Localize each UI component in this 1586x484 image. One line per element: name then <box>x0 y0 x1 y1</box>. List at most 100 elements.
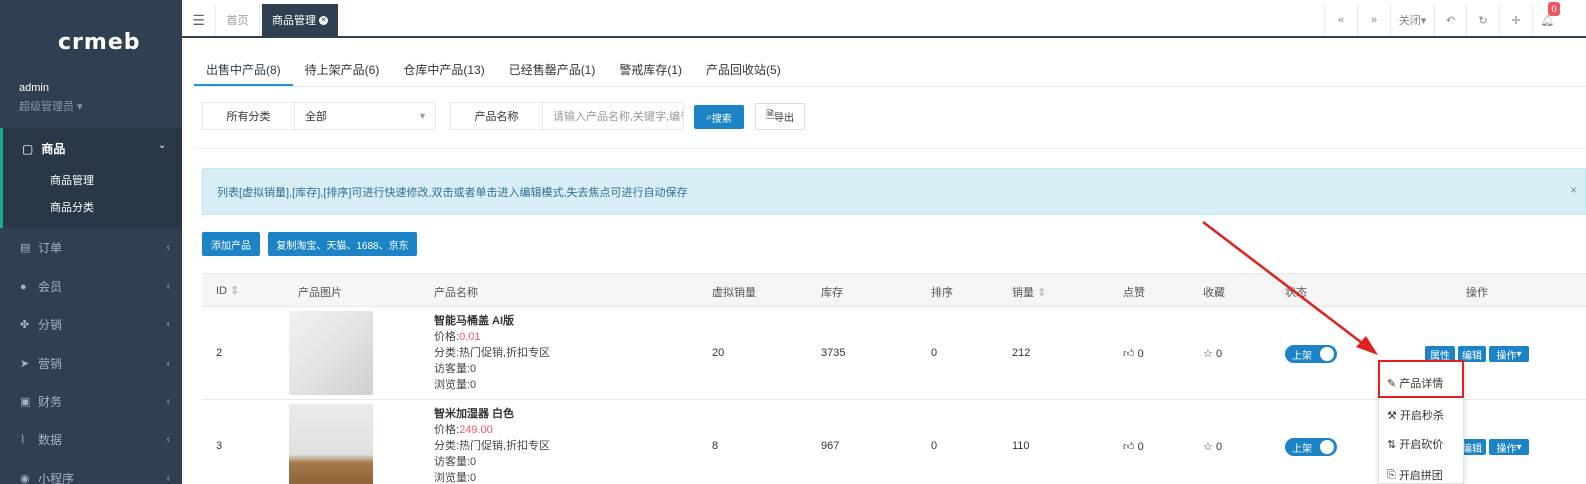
product-image <box>289 311 373 395</box>
chevron-left-icon: ‹ <box>166 473 170 484</box>
scroll-left-icon[interactable]: « <box>1324 4 1357 36</box>
cell-sales: 110 <box>1012 440 1030 452</box>
tab-low-stock[interactable]: 警戒库存(1) <box>607 60 694 86</box>
column-favorites: 收藏 <box>1203 287 1225 299</box>
send-icon: ➤ <box>20 358 30 370</box>
divider <box>194 86 1586 87</box>
star-icon: ☆ <box>1203 441 1213 453</box>
brand-logo: crmeb <box>58 30 141 55</box>
clipboard-icon: ▤ <box>20 242 31 254</box>
caret-down-icon: ▾ <box>1516 348 1522 360</box>
sidebar-item-orders[interactable]: ▤ 订单 ‹ <box>20 239 170 256</box>
chevron-left-icon: ‹ <box>166 242 170 253</box>
user-icon: ● <box>20 280 27 293</box>
chevron-left-icon: ‹ <box>166 358 170 369</box>
name-filter: 产品名称 请输入产品名称,关键字,编号 <box>450 102 684 130</box>
tab-pending[interactable]: 待上架产品(6) <box>293 60 392 86</box>
name-label: 产品名称 <box>451 103 543 129</box>
gavel-icon: ⚒ <box>1387 409 1397 422</box>
sidebar-item-products[interactable]: ▢ 商品 <box>22 140 65 157</box>
tab-home[interactable]: 首页 <box>216 4 260 36</box>
status-toggle[interactable]: 上架 <box>1285 345 1337 363</box>
product-info: 智米加湿器 白色 价格:249.00 分类:热门促销,折扣专区 访客量:0 浏览… <box>434 408 551 484</box>
close-tabs-dropdown[interactable]: 关闭 ▾ <box>1390 4 1434 36</box>
product-info: 智能马桶盖 AI版 价格:0.01 分类:热门促销,折扣专区 访客量:0 浏览量… <box>434 315 551 391</box>
cell-virtual-sales[interactable]: 20 <box>712 347 724 359</box>
fullscreen-icon[interactable]: ✛ <box>1499 4 1532 36</box>
cell-stock[interactable]: 3735 <box>821 347 845 359</box>
tab-product-management[interactable]: 商品管理 ✕ <box>262 4 338 36</box>
sidebar-item-data[interactable]: ⌇ 数据 ‹ <box>20 431 170 448</box>
cell-virtual-sales[interactable]: 8 <box>712 440 718 452</box>
scroll-right-icon[interactable]: » <box>1357 4 1390 36</box>
sidebar-item-members[interactable]: ● 会员 ‹ <box>20 278 170 295</box>
close-icon[interactable]: ✕ <box>319 15 328 25</box>
admin-role-dropdown[interactable]: 超级管理员 ▾ <box>19 98 83 114</box>
cell-likes: 👍︎ 0 <box>1123 348 1144 360</box>
cell-likes: 👍︎ 0 <box>1123 441 1144 453</box>
network-icon: ✤ <box>20 319 30 331</box>
main-content: 出售中产品(8) 待上架产品(6) 仓库中产品(13) 已经售罄产品(1) 警戒… <box>182 40 1586 484</box>
menu-item-bargain[interactable]: ⇅ 开启砍价 <box>1387 436 1443 452</box>
chevron-left-icon: ‹ <box>166 396 170 407</box>
tab-recycle-bin[interactable]: 产品回收站(5) <box>694 60 793 86</box>
chevron-left-icon: ‹ <box>166 319 170 330</box>
column-id[interactable]: ID ⇕ <box>216 284 239 297</box>
sort-amount-icon: ⇅ <box>1387 438 1397 451</box>
add-product-button[interactable]: 添加产品 <box>202 232 260 256</box>
cell-id: 3 <box>216 440 223 452</box>
status-toggle[interactable]: 上架 <box>1285 438 1337 456</box>
admin-name: admin <box>19 82 49 94</box>
menu-toggle-icon[interactable]: ☰ <box>182 4 216 36</box>
share-icon: ⎘ <box>1387 468 1396 481</box>
column-actions: 操作 <box>1466 287 1488 299</box>
back-icon[interactable]: ↶ <box>1434 4 1466 36</box>
category-filter: 所有分类 全部 ▼ <box>202 102 436 130</box>
star-icon: ☆ <box>1203 348 1213 360</box>
caret-down-icon: ▾ <box>1516 441 1522 453</box>
cell-sales: 212 <box>1012 347 1031 359</box>
tab-on-sale[interactable]: 出售中产品(8) <box>194 60 293 86</box>
product-table: ID ⇕ 产品图片 产品名称 虚拟销量 库存 排序 销量 ⇕ 点赞 收藏 状态 … <box>202 273 1586 484</box>
sidebar-item-product-category[interactable]: 商品分类 <box>50 199 94 215</box>
file-icon: 🗎︎ <box>765 110 775 121</box>
product-status-tabs: 出售中产品(8) 待上架产品(6) 仓库中产品(13) 已经售罄产品(1) 警戒… <box>194 60 793 86</box>
product-image <box>289 404 373 484</box>
column-image: 产品图片 <box>298 287 342 299</box>
cell-stock[interactable]: 967 <box>821 440 839 452</box>
sidebar-item-miniapp[interactable]: ◉ 小程序 ‹ <box>20 470 170 484</box>
cell-favorites: ☆ 0 <box>1203 441 1223 453</box>
export-button[interactable]: 🗎︎ 导出 <box>755 103 805 130</box>
cell-sort[interactable]: 0 <box>931 440 937 452</box>
column-likes: 点赞 <box>1123 287 1145 299</box>
category-label: 所有分类 <box>203 103 295 129</box>
sidebar-item-finance[interactable]: ▣ 财务 ‹ <box>20 393 170 410</box>
ops-dropdown-button[interactable]: 操作 ▾ <box>1489 346 1529 362</box>
tab-warehouse[interactable]: 仓库中产品(13) <box>391 60 496 86</box>
refresh-icon[interactable]: ↻ <box>1466 4 1499 36</box>
menu-item-flash-sale[interactable]: ⚒ 开启秒杀 <box>1387 407 1444 423</box>
cell-favorites: ☆ 0 <box>1203 348 1223 360</box>
money-icon: ▣ <box>20 396 31 408</box>
close-icon[interactable]: × <box>1570 183 1577 197</box>
sidebar-item-product-management[interactable]: 商品管理 <box>50 172 94 188</box>
sidebar-item-distribution[interactable]: ✤ 分销 ‹ <box>20 316 170 333</box>
copy-product-button[interactable]: 复制淘宝、天猫、1688、京东 <box>268 232 417 256</box>
sort-icon: ⇕ <box>1037 287 1047 299</box>
sort-icon: ⇕ <box>230 285 240 297</box>
notification-badge: 0 <box>1548 2 1560 16</box>
cell-sort[interactable]: 0 <box>931 347 937 359</box>
sidebar-item-marketing[interactable]: ➤ 营销 ‹ <box>20 355 170 372</box>
thumbs-up-icon: 👍︎ <box>1123 348 1135 360</box>
column-sort: 排序 <box>931 287 953 299</box>
menu-item-group-buy[interactable]: ⎘ 开启拼团 <box>1387 467 1443 483</box>
tab-sold-out[interactable]: 已经售罄产品(1) <box>497 60 608 86</box>
name-search-input[interactable]: 请输入产品名称,关键字,编号 <box>543 108 683 124</box>
sidebar: crmeb admin 超级管理员 ▾ ▢ 商品 ⌄ 商品管理 商品分类 ▤ 订单… <box>0 0 182 484</box>
column-name: 产品名称 <box>434 287 478 299</box>
category-select[interactable]: 全部 ▼ <box>295 108 435 124</box>
box-icon: ▢ <box>22 141 34 156</box>
search-button[interactable]: ⌕ 搜索 <box>694 105 744 129</box>
ops-dropdown-button[interactable]: 操作 ▾ <box>1489 439 1529 455</box>
column-sales[interactable]: 销量 ⇕ <box>1012 284 1046 300</box>
